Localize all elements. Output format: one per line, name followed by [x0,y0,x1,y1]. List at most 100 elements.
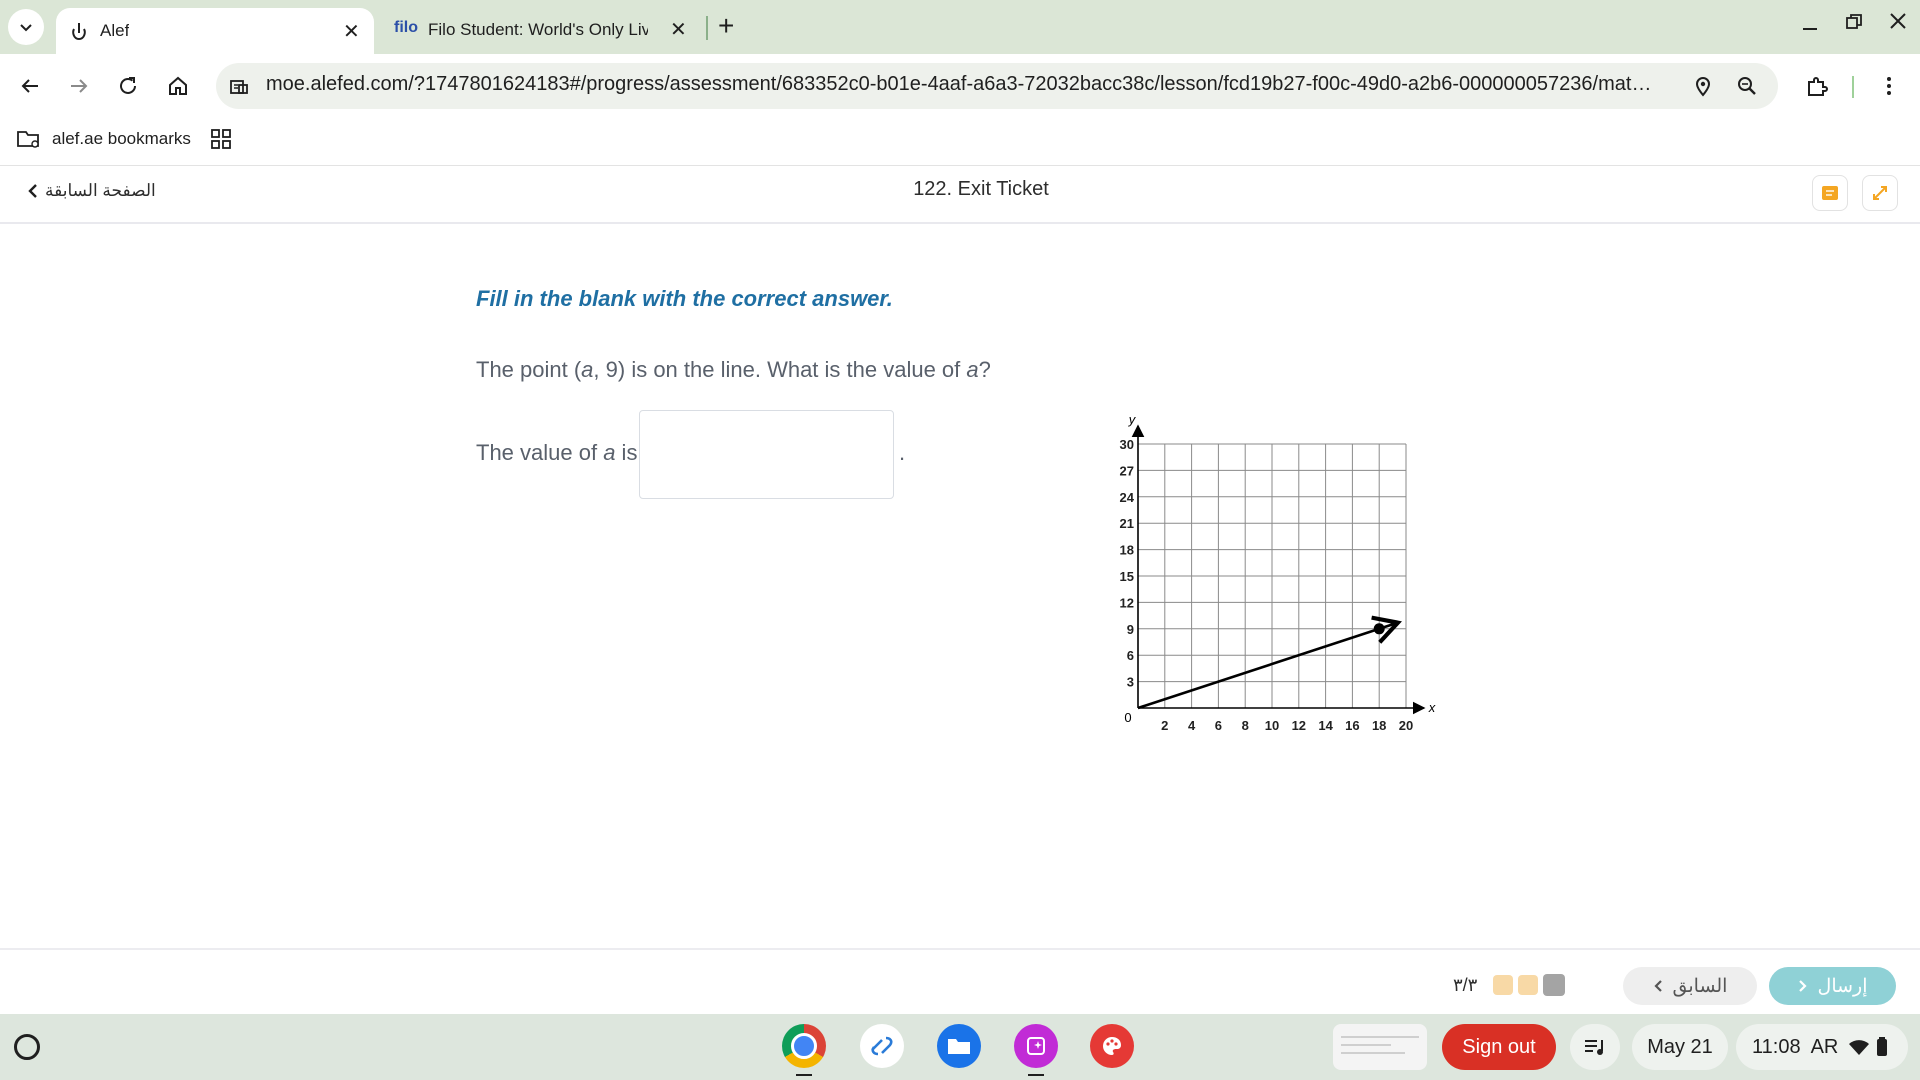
thumbnail-line [1341,1036,1419,1038]
gallery-app-icon[interactable] [1014,1024,1058,1068]
x-tick-label: 14 [1318,718,1333,733]
thumbnail-line [1341,1044,1391,1046]
variable-a: a [603,440,616,465]
tab-search-button[interactable] [8,9,44,45]
home-button[interactable] [160,68,196,104]
x-tick-label: 20 [1399,718,1413,733]
launcher-button[interactable] [14,1034,40,1060]
sign-out-button[interactable]: Sign out [1442,1024,1556,1070]
files-app-icon[interactable] [937,1024,981,1068]
restore-button[interactable] [1844,12,1864,32]
y-tick-label: 30 [1120,437,1134,452]
app-running-indicator [1028,1074,1044,1076]
x-tick-label: 4 [1188,718,1196,733]
x-tick-label: 12 [1292,718,1306,733]
y-tick-label: 6 [1127,648,1134,663]
alef-favicon-icon [72,23,86,41]
data-point [1373,623,1385,635]
thumbnail-line [1341,1052,1405,1054]
answer-input[interactable] [639,410,894,499]
submit-button-label: إرسال [1817,975,1868,997]
prompt-part: The point ( [476,357,582,382]
toolbar-separator [1852,76,1854,98]
minimize-button[interactable] [1800,14,1820,34]
close-tab-icon[interactable]: ✕ [343,19,360,44]
chrome-app-icon[interactable] [782,1024,826,1068]
progress-dot[interactable] [1493,975,1513,995]
ime-label: AR [1810,1035,1839,1058]
instruction-text: Fill in the blank with the correct answe… [476,286,893,311]
y-tick-label: 21 [1120,516,1134,531]
puzzle-icon [1808,77,1828,96]
bookmark-folder[interactable]: alef.ae bookmarks [16,126,191,152]
y-tick-label: 12 [1120,595,1134,610]
answer-label-part: The value of [476,440,604,465]
location-icon[interactable] [1692,75,1714,97]
tab-separator [706,16,708,40]
menu-button[interactable] [1871,68,1907,104]
chevron-right-icon [1798,980,1807,992]
tab-filo[interactable]: filo Filo Student: World's Only Live I ✕ [380,8,710,48]
extensions-button[interactable] [1799,68,1835,104]
url-text[interactable]: moe.alefed.com/?1747801624183#/progress/… [266,73,1661,96]
date-tray[interactable]: May 21 [1632,1024,1728,1070]
forward-button[interactable] [61,68,97,104]
canvas-app-icon[interactable] [1090,1024,1134,1068]
linked-app-icon[interactable] [860,1024,904,1068]
progress-dot[interactable] [1543,974,1565,996]
bookmark-label: alef.ae bookmarks [52,129,191,148]
apps-grid-icon[interactable] [210,128,232,150]
close-window-button[interactable] [1888,11,1908,31]
expand-icon [1873,186,1887,200]
tab-label: Filo Student: World's Only Live I [428,20,648,39]
progress-dots [1493,974,1565,996]
close-tab-icon[interactable]: ✕ [670,17,687,42]
variable-a: a [581,357,594,382]
status-tray[interactable]: 11:08 AR [1736,1024,1908,1070]
x-tick-label: 6 [1215,718,1222,733]
tab-label: Alef [100,21,130,40]
x-tick-label: 10 [1265,718,1279,733]
progress-dot[interactable] [1518,975,1538,995]
palette-icon [1102,1037,1122,1055]
notes-button[interactable] [1812,175,1848,211]
wifi-icon [1849,1040,1870,1055]
reload-icon [120,77,136,94]
notes-icon [1822,186,1838,200]
restore-icon [1846,14,1862,29]
tab-alef[interactable]: Alef ✕ [56,8,374,54]
x-tick-label: 18 [1372,718,1386,733]
chevron-down-icon [20,24,32,32]
site-info-icon[interactable] [229,76,249,96]
question-prompt: The point (a, 9) is on the line. What is… [476,357,991,383]
folder-icon [17,131,39,148]
reload-button[interactable] [110,68,146,104]
previous-button-label: السابق [1672,975,1728,997]
screen-capture-thumbnail[interactable] [1333,1024,1427,1070]
origin-label: 0 [1124,710,1131,725]
sign-out-label: Sign out [1462,1035,1536,1058]
media-controls-button[interactable] [1570,1024,1620,1070]
back-button[interactable] [12,68,48,104]
prompt-part: , 9) is on the line. What is the value o… [593,357,967,382]
answer-label-part: is [615,440,638,465]
arrow-right-icon [71,79,88,93]
previous-button[interactable]: السابق [1623,967,1757,1005]
close-icon [1890,13,1906,29]
variable-a: a [966,357,979,382]
folder-icon [948,1039,970,1054]
prompt-part: ? [978,357,991,382]
x-tick-label: 16 [1345,718,1359,733]
y-tick-label: 27 [1120,463,1134,478]
new-tab-button[interactable]: + [718,10,734,42]
fullscreen-button[interactable] [1862,175,1898,211]
submit-button[interactable]: إرسال [1769,967,1896,1005]
chevron-left-icon [1653,980,1662,992]
app-running-indicator [796,1074,812,1076]
y-tick-label: 9 [1127,622,1134,637]
minimize-icon [1803,28,1817,30]
zoom-icon[interactable] [1736,75,1758,97]
progress-counter: ٣/٣ [1453,975,1478,995]
sentence-period: . [899,440,906,465]
battery-icon [1877,1037,1888,1056]
